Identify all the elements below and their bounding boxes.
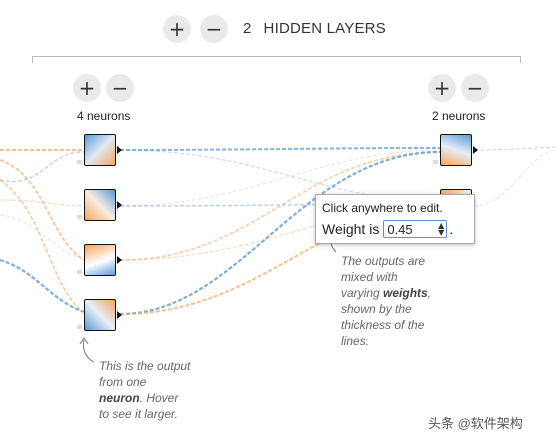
neuron-marker	[77, 160, 82, 164]
neuron-l1-2[interactable]	[84, 189, 116, 221]
neuron-handle	[473, 146, 478, 154]
neuron-annotation: This is the output from one neuron. Hove…	[99, 359, 191, 421]
weight-input[interactable]: 0.45 ▲ ▼	[383, 220, 448, 238]
weight-value: 0.45	[387, 221, 413, 237]
annotation-arrow	[83, 339, 95, 363]
neuron-handle	[117, 311, 122, 319]
neuron-handle	[117, 201, 122, 209]
neuron-l2-1[interactable]	[440, 134, 472, 166]
neuron-marker	[77, 325, 82, 329]
neuron-l1-3[interactable]	[84, 244, 116, 276]
link[interactable]	[0, 214, 85, 259]
weight-row: Weight is 0.45 ▲ ▼ .	[322, 220, 468, 238]
neuron-marker	[77, 215, 82, 219]
neuron-handle	[117, 146, 122, 154]
weight-tooltip[interactable]: Click anywhere to edit. Weight is 0.45 ▲…	[315, 194, 475, 244]
neuron-handle	[117, 256, 122, 264]
weight-suffix: .	[449, 221, 454, 237]
tooltip-hint: Click anywhere to edit.	[322, 201, 443, 215]
link[interactable]	[473, 146, 557, 151]
link[interactable]	[0, 159, 85, 261]
link[interactable]	[0, 258, 85, 314]
neuron-marker	[433, 160, 438, 164]
spinner-arrows-icon[interactable]: ▲ ▼	[438, 222, 444, 237]
link[interactable]	[473, 149, 557, 207]
link[interactable]	[119, 147, 441, 151]
weights-annotation: The outputs are mixed with varying weigh…	[341, 254, 432, 348]
neuron-l1-1[interactable]	[84, 134, 116, 166]
neuron-marker	[77, 270, 82, 274]
neuron-l1-4[interactable]	[84, 299, 116, 331]
weight-label: Weight is	[322, 221, 380, 237]
watermark: 头条 @软件架构	[428, 416, 523, 431]
